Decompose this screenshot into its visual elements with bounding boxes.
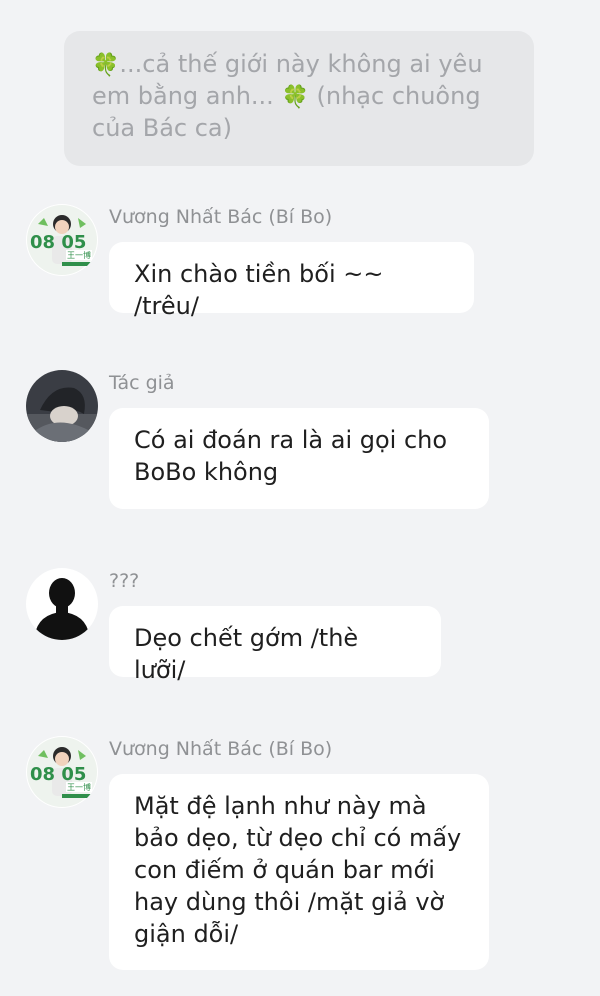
avatar-number-left: 08 05: [30, 764, 86, 785]
avatar[interactable]: [26, 568, 98, 640]
message-bubble[interactable]: Có ai đoán ra là ai gọi cho BoBo không: [109, 408, 489, 509]
avatar-number-left: 08 05: [30, 232, 86, 253]
message-bubble[interactable]: Dẹo chết gớm /thè lưỡi/: [109, 606, 441, 684]
sender-name: ???: [109, 570, 140, 592]
sender-name: Vương Nhất Bác (Bí Bo): [109, 206, 333, 228]
sender-name: Tác giả: [109, 372, 175, 394]
message-bubble[interactable]: Mặt đệ lạnh như này mà bảo dẹo, từ dẹo c…: [109, 774, 489, 970]
avatar-author-icon: [26, 370, 98, 442]
avatar-silhouette-icon: [26, 568, 98, 640]
avatar[interactable]: [26, 370, 98, 442]
avatar-wang-yibo-icon: 08 05 王一博: [26, 204, 98, 276]
avatar-caption: 王一博: [67, 782, 91, 792]
avatar[interactable]: 08 05 王一博: [26, 736, 98, 808]
clover-icon: 🍀: [281, 85, 309, 110]
avatar[interactable]: 08 05 王一博: [26, 204, 98, 276]
avatar-wang-yibo-icon: 08 05 王一博: [26, 736, 98, 808]
avatar-caption: 王一博: [67, 250, 91, 260]
message-bubble[interactable]: Xin chào tiền bối ~~ /trêu/: [109, 242, 474, 320]
sender-name: Vương Nhất Bác (Bí Bo): [109, 738, 333, 760]
system-notice: 🍀...cả thế giới này không ai yêu em bằng…: [64, 31, 534, 166]
clover-icon: 🍀: [92, 53, 120, 78]
